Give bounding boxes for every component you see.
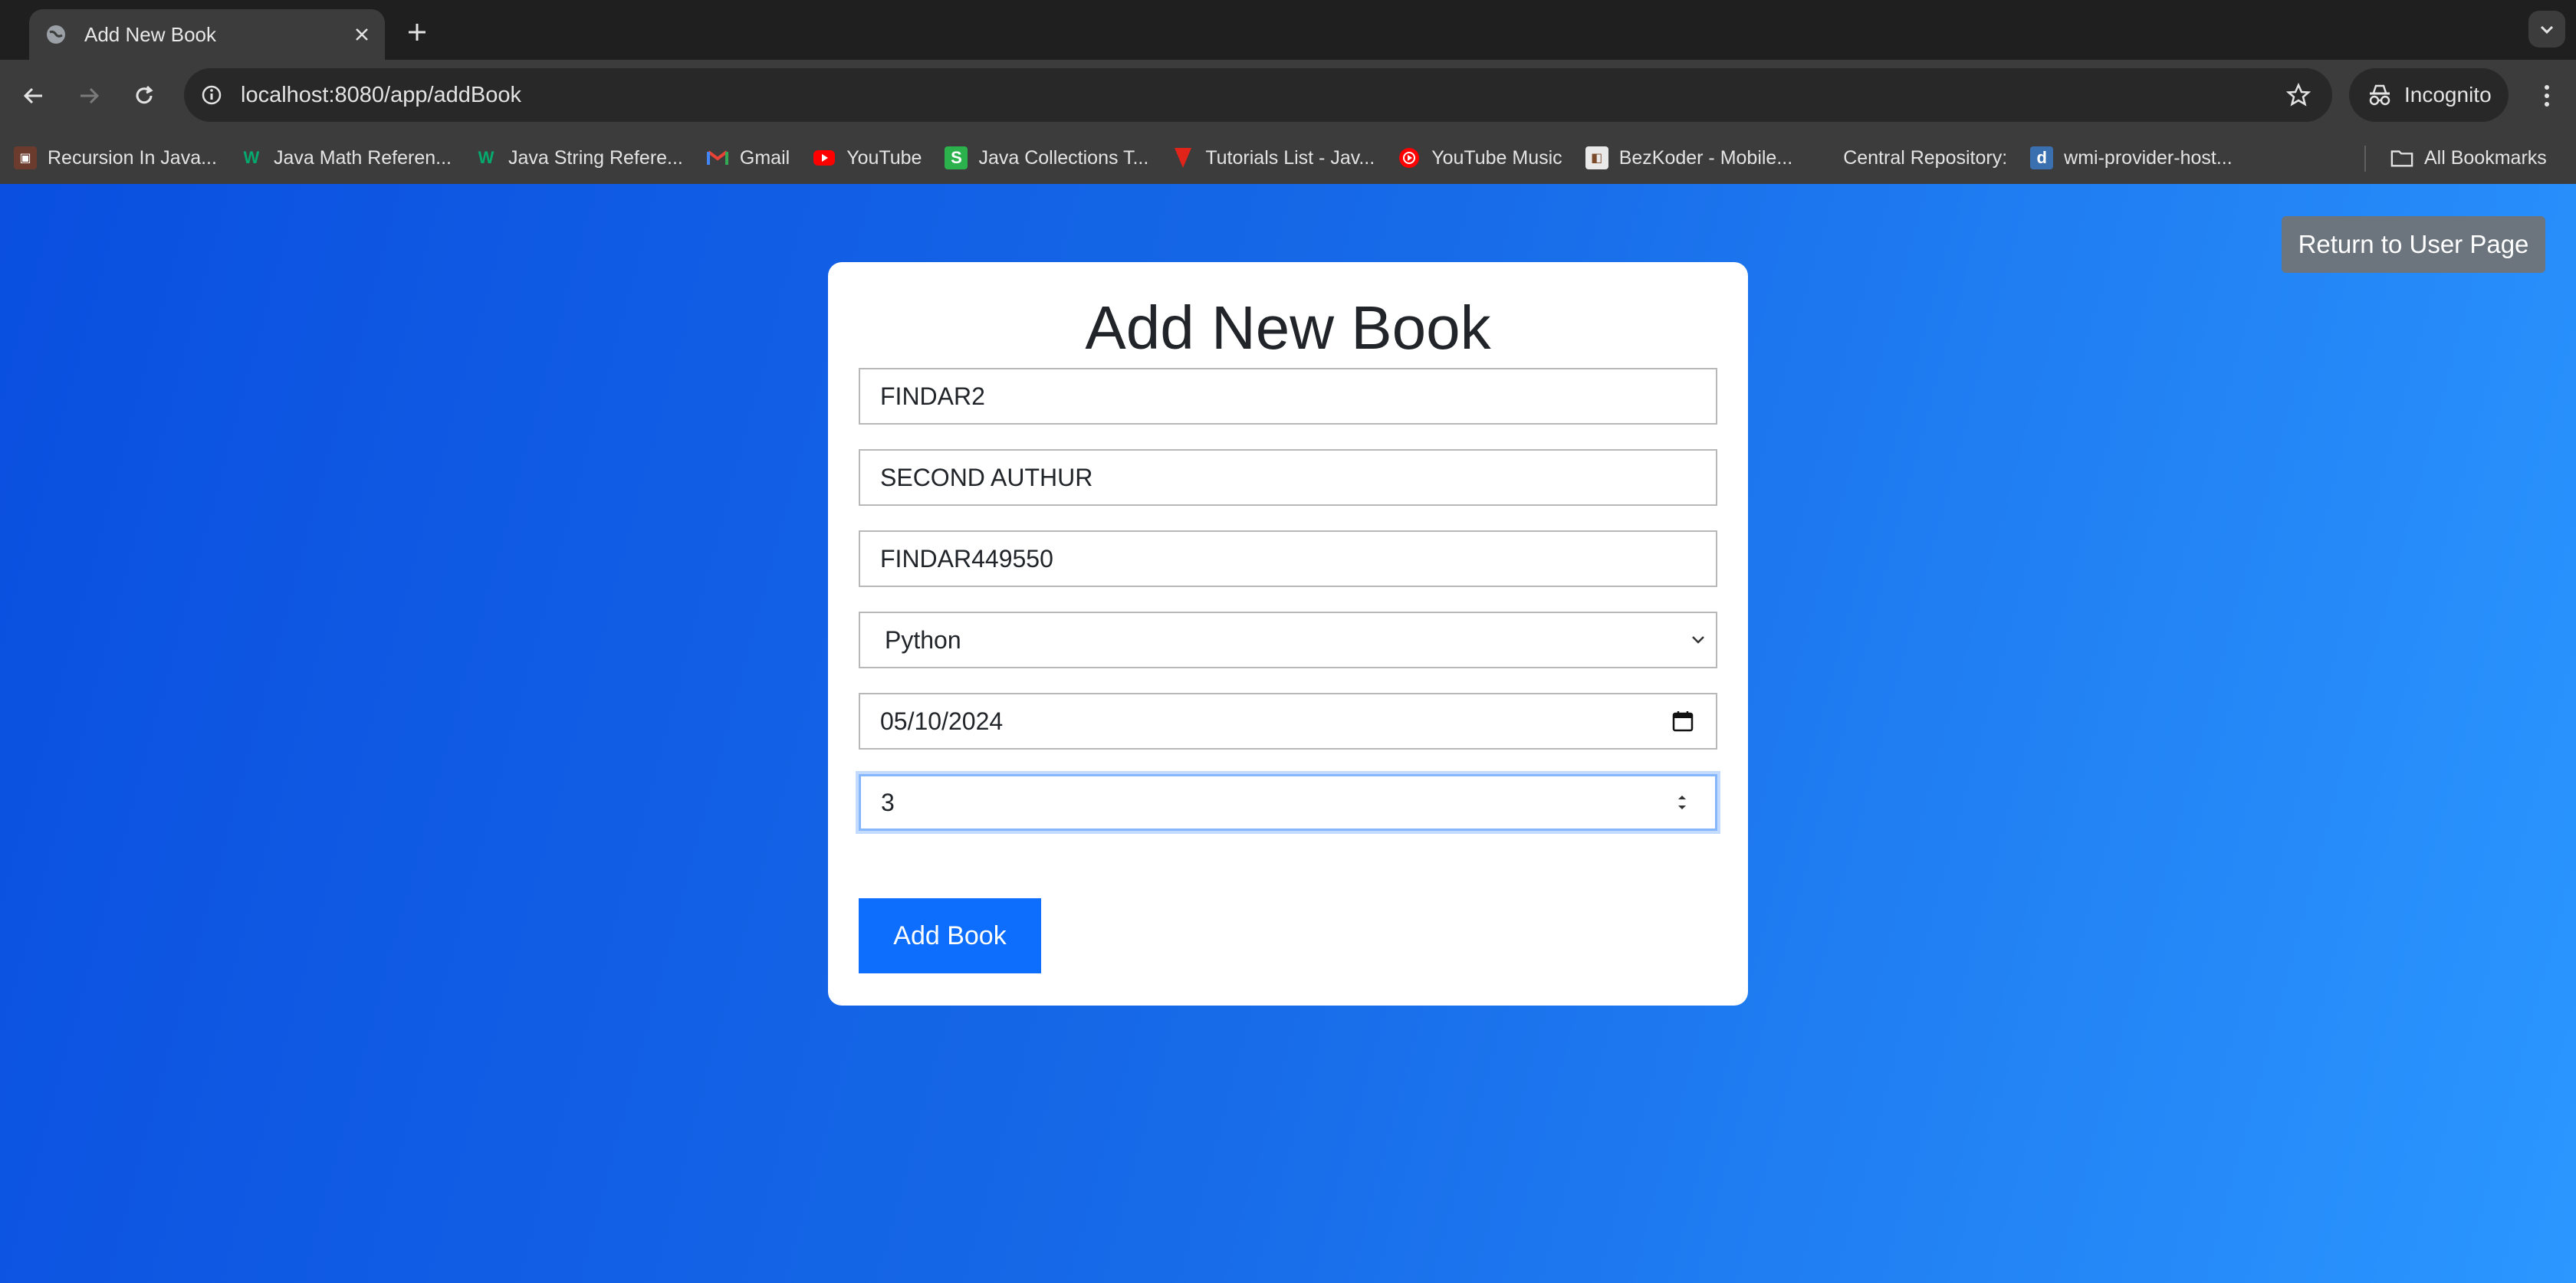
spinner-arrows-icon[interactable] [1669, 789, 1695, 815]
page-content: Return to User Page Add New Book FINDAR2… [0, 184, 2576, 1283]
bookmark-youtube-music[interactable]: YouTube Music [1398, 146, 1562, 169]
isbn-field[interactable]: FINDAR449550 [859, 530, 1717, 587]
kebab-menu-icon[interactable] [2528, 77, 2565, 114]
category-select[interactable]: Python [859, 612, 1717, 668]
close-icon[interactable] [348, 21, 376, 48]
bookmark-star-icon[interactable] [2282, 78, 2315, 112]
bookmark-label: Java String Refere... [508, 146, 683, 169]
bookmark-label: Java Collections T... [978, 146, 1149, 169]
bookmark-central-repository[interactable]: Central Repository: [1843, 147, 2007, 169]
bookmark-java-collections[interactable]: S Java Collections T... [945, 146, 1148, 169]
book-title-field[interactable]: FINDAR2 [859, 368, 1717, 425]
bookmark-label: Central Repository: [1843, 146, 2008, 169]
recursion-favicon-icon: ▣ [14, 146, 37, 169]
bookmark-java-string[interactable]: W Java String Refere... [475, 146, 683, 169]
calendar-icon[interactable] [1670, 708, 1696, 734]
toolbar: localhost:8080/app/addBook Incognito [0, 60, 2576, 132]
bookmark-label: YouTube Music [1431, 146, 1562, 169]
tab-search-button[interactable] [2528, 11, 2565, 48]
bookmark-label: Java Math Referen... [273, 146, 452, 169]
incognito-indicator[interactable]: Incognito [2349, 68, 2509, 122]
reload-button[interactable] [126, 77, 163, 114]
category-value: Python [885, 625, 961, 654]
all-bookmarks-button[interactable]: All Bookmarks [2390, 132, 2547, 184]
bookmark-label: Tutorials List - Jav... [1205, 146, 1375, 169]
bookmarks-bar: ▣ Recursion In Java... W Java Math Refer… [0, 132, 2576, 184]
url-text: localhost:8080/app/addBook [241, 82, 522, 107]
globe-icon [44, 23, 67, 46]
site-info-icon[interactable] [198, 81, 225, 109]
tutorials-favicon-icon [1171, 146, 1194, 169]
bookmark-gmail[interactable]: Gmail [706, 146, 790, 169]
bookmark-tutorials-list[interactable]: Tutorials List - Jav... [1171, 146, 1375, 169]
quantity-stepper[interactable]: 3 [859, 774, 1717, 831]
add-book-button[interactable]: Add Book [859, 898, 1041, 973]
browser-chrome: Add New Book localhost:8080/app/addBook [0, 0, 2576, 184]
bookmarks-divider [2364, 146, 2366, 172]
incognito-icon [2364, 80, 2395, 110]
d-favicon-icon: d [2030, 146, 2054, 169]
return-to-user-page-button[interactable]: Return to User Page [2282, 216, 2545, 273]
bookmark-wmi-provider[interactable]: d wmi-provider-host... [2030, 146, 2233, 169]
bookmark-label: Recursion In Java... [48, 146, 217, 169]
tab-strip: Add New Book [0, 0, 2576, 60]
book-title-value: FINDAR2 [880, 382, 985, 410]
gmail-icon [706, 146, 729, 169]
isbn-value: FINDAR449550 [880, 544, 1053, 573]
bookmark-label: YouTube [846, 146, 922, 169]
w3-favicon-icon: W [478, 148, 495, 167]
bookmark-label: Gmail [739, 146, 790, 169]
back-button[interactable] [15, 77, 52, 114]
w3-favicon-icon: W [243, 148, 260, 167]
author-value: SECOND AUTHUR [880, 463, 1093, 491]
bookmark-label: wmi-provider-host... [2064, 146, 2233, 169]
bookmark-bezkoder[interactable]: ◧ BezKoder - Mobile... [1585, 146, 1793, 169]
all-bookmarks-label: All Bookmarks [2424, 146, 2547, 169]
bezkoder-favicon-icon: ◧ [1585, 146, 1608, 169]
address-bar[interactable]: localhost:8080/app/addBook [184, 68, 2332, 122]
tab-add-new-book[interactable]: Add New Book [29, 9, 385, 60]
chevron-down-icon [1685, 627, 1711, 653]
bookmark-label: BezKoder - Mobile... [1618, 146, 1793, 169]
author-field[interactable]: SECOND AUTHUR [859, 449, 1717, 506]
add-book-card: Add New Book FINDAR2 SECOND AUTHUR FINDA… [828, 262, 1748, 1006]
incognito-label: Incognito [2404, 83, 2492, 107]
forward-button[interactable] [71, 77, 107, 114]
youtube-icon [813, 146, 836, 169]
youtube-music-icon [1398, 146, 1421, 169]
quantity-value: 3 [881, 788, 895, 816]
bookmark-java-math[interactable]: W Java Math Referen... [240, 146, 452, 169]
bookmark-youtube[interactable]: YouTube [813, 146, 922, 169]
date-value: 05/10/2024 [880, 707, 1004, 735]
date-field[interactable]: 05/10/2024 [859, 693, 1717, 750]
new-tab-button[interactable] [400, 15, 434, 49]
folder-icon [2390, 146, 2413, 169]
page-title: Add New Book [1085, 294, 1491, 362]
tab-title: Add New Book [84, 22, 216, 46]
bookmark-recursion[interactable]: ▣ Recursion In Java... [14, 146, 217, 169]
s-favicon-icon: S [945, 146, 968, 169]
